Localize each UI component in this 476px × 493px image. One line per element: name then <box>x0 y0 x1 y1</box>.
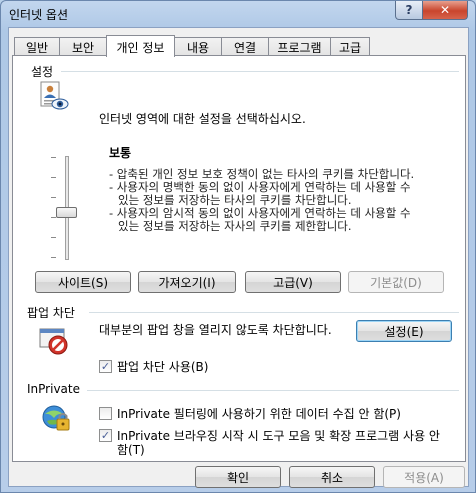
privacy-settings-icon <box>37 80 69 112</box>
tab-programs[interactable]: 프로그램 <box>268 37 331 56</box>
slider-tick <box>51 177 56 178</box>
inprivate-divider <box>87 390 459 391</box>
tab-strip: 일반 보안 개인 정보 내용 연결 프로그램 고급 <box>9 35 468 57</box>
tab-security[interactable]: 보안 <box>59 37 107 56</box>
popup-block-label: 팝업 차단 사용(B) <box>117 360 209 374</box>
popup-blocker-icon <box>39 326 73 356</box>
description-line: 있는 정보를 저장하는 자사의 쿠키를 제한합니다. <box>118 219 352 233</box>
default-button[interactable]: 기본값(D) <box>348 271 444 293</box>
settings-instruction: 인터넷 영역에 대한 설정을 선택하십시오. <box>99 112 306 126</box>
checkmark-icon: ✓ <box>100 360 111 373</box>
sites-button[interactable]: 사이트(S) <box>35 271 131 293</box>
settings-divider <box>61 71 459 72</box>
slider-tick <box>51 217 56 218</box>
ok-button[interactable]: 확인 <box>195 466 281 488</box>
inprivate-heading: InPrivate <box>27 382 80 396</box>
apply-button[interactable]: 적용(A) <box>383 466 465 488</box>
inprivate-icon <box>41 404 71 434</box>
close-icon: ✕ <box>439 3 451 17</box>
dialog-client-area: 일반 보안 개인 정보 내용 연결 프로그램 고급 설정 인터넷 영역에 대한 … <box>8 27 469 488</box>
popup-heading: 팝업 차단 <box>27 306 75 320</box>
settings-heading: 설정 <box>31 65 54 79</box>
privacy-level-description: - 압축된 개인 정보 보호 정책이 없는 타사의 쿠키를 차단합니다. - 사… <box>109 168 414 233</box>
tab-general[interactable]: 일반 <box>14 37 60 56</box>
tab-content[interactable]: 내용 <box>174 37 222 56</box>
slider-tick <box>51 197 56 198</box>
popup-settings-button[interactable]: 설정(E) <box>356 320 452 342</box>
popup-divider <box>89 312 459 313</box>
inprivate-browsing-checkbox[interactable]: ✓ <box>99 429 112 442</box>
slider-tick <box>51 237 56 238</box>
inprivate-filtering-label: InPrivate 필터링에 사용하기 위한 데이터 수집 안 함(P) <box>117 407 401 421</box>
help-button[interactable]: ? <box>395 1 423 20</box>
inprivate-browsing-label: InPrivate 브라우징 시작 시 도구 모음 및 확장 프로그램 사용 안… <box>117 429 440 457</box>
cancel-button[interactable]: 취소 <box>289 466 375 488</box>
slider-tick <box>51 257 56 258</box>
internet-options-window: 인터넷 옵션 ? ✕ 일반 보안 개인 정보 내용 연결 프로그램 고급 설정 <box>0 0 476 493</box>
import-button[interactable]: 가져오기(I) <box>138 271 236 293</box>
inprivate-browsing-label-line: InPrivate 브라우징 시작 시 도구 모음 및 확장 프로그램 사용 안 <box>117 429 440 443</box>
tab-connections[interactable]: 연결 <box>221 37 269 56</box>
popup-block-option[interactable]: ✓ 팝업 차단 사용(B) <box>99 360 208 374</box>
popup-block-checkbox[interactable]: ✓ <box>99 360 112 373</box>
popup-description: 대부분의 팝업 창을 열리지 않도록 차단합니다. <box>99 323 332 337</box>
inprivate-browsing-label-line: 함(T) <box>117 443 145 457</box>
tab-privacy[interactable]: 개인 정보 <box>106 35 175 57</box>
title-bar[interactable]: 인터넷 옵션 ? ✕ <box>1 1 475 27</box>
window-title: 인터넷 옵션 <box>9 8 69 22</box>
privacy-panel: 설정 인터넷 영역에 대한 설정을 선택하십시오. 보통 - 압축된 개인 정보… <box>12 55 466 462</box>
inprivate-filtering-option[interactable]: InPrivate 필터링에 사용하기 위한 데이터 수집 안 함(P) <box>99 407 401 421</box>
privacy-level-name: 보통 <box>109 146 132 160</box>
slider-tick <box>51 157 56 158</box>
advanced-button[interactable]: 고급(V) <box>245 271 341 293</box>
inprivate-browsing-option[interactable]: ✓ InPrivate 브라우징 시작 시 도구 모음 및 확장 프로그램 사용… <box>99 429 440 457</box>
close-button[interactable]: ✕ <box>422 1 468 20</box>
inprivate-filtering-checkbox[interactable] <box>99 407 112 420</box>
tab-advanced[interactable]: 고급 <box>330 37 370 56</box>
privacy-level-slider-thumb[interactable] <box>56 207 77 218</box>
checkmark-icon: ✓ <box>100 429 111 442</box>
help-icon: ? <box>405 3 413 17</box>
